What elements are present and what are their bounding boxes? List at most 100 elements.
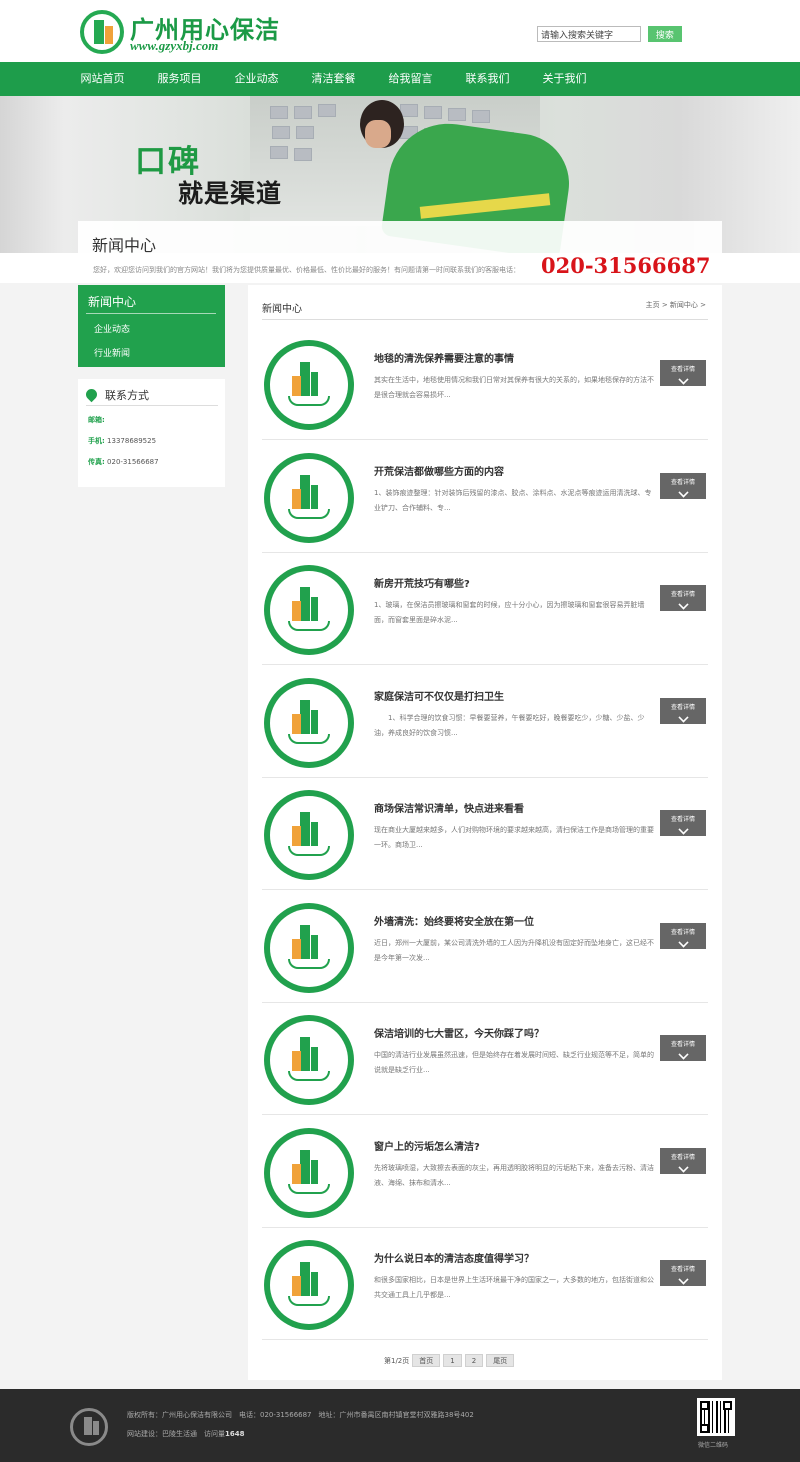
view-details-label: 查看详情 — [670, 928, 695, 936]
welcome-message: 您好，欢迎您访问到我们的官方网站！我们将为您提供质量最优、价格最低、性价比最好的… — [93, 266, 520, 274]
sidebar-nav: 新闻中心 企业动态 行业新闻 — [78, 285, 225, 367]
view-details-label: 查看详情 — [670, 478, 695, 486]
welcome-bar: 您好，欢迎您访问到我们的官方网站！我们将为您提供质量最优、价格最低、性价比最好的… — [0, 253, 800, 283]
news-list-panel: 新闻中心 主页 > 新闻中心 > 地毯的清洗保养需要注意的事情 其实在生活中，地毯… — [248, 285, 722, 1380]
news-thumbnail-logo-icon[interactable] — [264, 1240, 354, 1330]
nav-item-packages[interactable]: 清洁套餐 — [295, 62, 372, 96]
nav-item-home[interactable]: 网站首页 — [64, 62, 141, 96]
news-summary: 1、科学合理的饮食习惯：早餐要营养，午餐要吃好，晚餐要吃少，少糖、少盐、少油，养… — [374, 713, 645, 737]
view-details-label: 查看详情 — [670, 703, 695, 711]
location-pin-icon — [83, 386, 100, 403]
news-title[interactable]: 保洁培训的七大雷区，今天你踩了吗？ — [374, 1025, 544, 1040]
footer-builder: 网站建设：巴陵生活通 访问量 — [127, 1430, 225, 1438]
view-details-button[interactable]: 查看详情 — [660, 1260, 706, 1286]
news-summary: 近日，郑州一大厦前，某公司清洗外墙的工人因为升降机没有固定好而坠地身亡，这已经不… — [374, 938, 654, 962]
contact-box: 联系方式 邮箱: 手机: 13378689525 传真: 020-3156668… — [78, 379, 225, 487]
news-title[interactable]: 新房开荒技巧有哪些? — [374, 575, 470, 590]
mobile-label: 手机: — [88, 437, 105, 445]
news-thumbnail-logo-icon[interactable] — [264, 902, 354, 993]
news-thumbnail-logo-icon[interactable] — [264, 565, 354, 655]
news-title[interactable]: 地毯的清洗保养需要注意的事情 — [374, 350, 514, 365]
site-logo[interactable]: 广州用心保洁 www.gzyxbj.com — [80, 8, 280, 56]
news-summary: 中国的清洁行业发展虽然迅速，但是始终存在着发展时间短、缺乏行业规范等不足，简单的… — [374, 1051, 654, 1074]
news-thumbnail-logo-icon[interactable] — [264, 1015, 354, 1105]
qr-label: 微信二维码 — [698, 1442, 729, 1449]
page-title: 新闻中心 — [92, 236, 157, 253]
news-item: 地毯的清洗保养需要注意的事情其实在生活中，地毯使用情况和我们日常对其保养有很大的… — [262, 328, 708, 440]
contact-email: 邮箱: — [88, 415, 105, 425]
divider — [262, 319, 708, 320]
sidebar: 新闻中心 企业动态 行业新闻 联系方式 邮箱: 手机: 13378689525 … — [78, 285, 225, 487]
chevron-down-icon — [677, 824, 689, 835]
news-title[interactable]: 窗户上的污垢怎么清洁? — [374, 1138, 480, 1153]
view-details-button[interactable]: 查看详情 — [660, 922, 706, 949]
view-details-button[interactable]: 查看详情 — [660, 810, 706, 836]
news-thumbnail-logo-icon[interactable] — [264, 1127, 354, 1218]
divider — [86, 313, 216, 314]
footer-credits: 网站建设：巴陵生活通 访问量1648 — [127, 1429, 244, 1439]
view-details-label: 查看详情 — [670, 1041, 695, 1048]
view-details-button[interactable]: 查看详情 — [660, 360, 706, 386]
breadcrumb[interactable]: 主页 > 新闻中心 > — [646, 300, 706, 310]
chevron-down-icon — [677, 599, 689, 610]
news-thumbnail-logo-icon[interactable] — [264, 340, 354, 430]
news-item: 商场保洁常识清单，快点进来看看 现在商业大厦越来越多，人们对购物环境的要求越来越高… — [262, 778, 708, 890]
chevron-down-icon — [677, 1161, 689, 1173]
page-first-button[interactable]: 首页 — [412, 1354, 441, 1367]
page-2-button[interactable]: 2 — [464, 1354, 484, 1367]
search-button[interactable]: 搜索 — [647, 26, 682, 42]
news-item: 为什么说日本的清洁态度值得学习？ 和很多国家相比，日本是世界上生活环境最干净的国家… — [262, 1228, 708, 1340]
hotline-phone: 020-31566687 — [541, 253, 711, 278]
news-summary: 1、装饰痕迹整理：针对装饰后残留的漆点、胶点、涂料点、水泥点等痕迹运用清洗球、专… — [374, 488, 652, 512]
news-item: 外墙清洗：始终要将安全放在第一位近日，郑州一大厦前，某公司清洗外墙的工人因为升降… — [262, 891, 708, 1003]
news-title[interactable]: 开荒保洁都做哪些方面的内容 — [374, 463, 504, 478]
news-summary: 先将玻璃喷湿，大致擦去表面的灰尘，再用透明胶将明显的污垢粘下来，准备去污粉、清洁… — [374, 1163, 654, 1187]
search-box: 搜索 — [537, 26, 682, 42]
news-thumbnail-logo-icon[interactable] — [264, 790, 354, 880]
nav-item-services[interactable]: 服务项目 — [141, 62, 218, 96]
nav-item-company-news[interactable]: 企业动态 — [218, 62, 295, 96]
news-title[interactable]: 为什么说日本的清洁态度值得学习？ — [374, 1250, 534, 1265]
nav-item-contact[interactable]: 联系我们 — [449, 62, 526, 96]
news-item: 窗户上的污垢怎么清洁? 先将玻璃喷湿，大致擦去表面的灰尘，再用透明胶将明显的污垢粘… — [262, 1116, 708, 1228]
nav-item-message[interactable]: 给我留言 — [372, 62, 449, 96]
chevron-down-icon — [677, 374, 689, 385]
banner: 口碑 就是渠道 新闻中心 — [0, 96, 800, 253]
page-info: 第1/2页 — [384, 1356, 410, 1365]
contact-mobile: 手机: 13378689525 — [88, 436, 156, 446]
view-details-button[interactable]: 查看详情 — [660, 1147, 706, 1174]
news-title[interactable]: 家庭保洁可不仅仅是打扫卫生 — [374, 688, 504, 703]
view-details-button[interactable]: 查看详情 — [660, 1035, 706, 1061]
main-nav: 网站首页 服务项目 企业动态 清洁套餐 给我留言 联系我们 关于我们 — [0, 62, 800, 96]
pagination: 第1/2页 首页 1 2 尾页 — [384, 1354, 515, 1367]
page-last-button[interactable]: 尾页 — [486, 1354, 515, 1367]
news-thumbnail-logo-icon[interactable] — [264, 452, 354, 543]
nav-item-about[interactable]: 关于我们 — [526, 62, 603, 96]
view-details-button[interactable]: 查看详情 — [660, 472, 706, 499]
view-details-label: 查看详情 — [670, 816, 695, 823]
footer-logo-icon — [70, 1408, 108, 1446]
news-item: 家庭保洁可不仅仅是打扫卫生 1、科学合理的饮食习惯：早餐要营养，午餐要吃好，晚餐… — [262, 666, 708, 778]
search-input[interactable] — [537, 26, 641, 42]
logo-icon — [80, 10, 124, 54]
logo-url: www.gzyxbj.com — [130, 38, 219, 53]
news-summary: 其实在生活中，地毯使用情况和我们日常对其保养有很大的关系的，如果地毯保存的方法不… — [374, 376, 654, 399]
view-details-label: 查看详情 — [670, 1266, 695, 1273]
news-summary: 和很多国家相比，日本是世界上生活环境最干净的国家之一，大多数的地方，包括街道和公… — [374, 1276, 654, 1299]
chevron-down-icon — [677, 486, 689, 498]
news-thumbnail-logo-icon[interactable] — [264, 677, 354, 768]
news-title[interactable]: 外墙清洗：始终要将安全放在第一位 — [374, 913, 534, 928]
footer-copyright: 版权所有：广州用心保洁有限公司 电话：020-31566687 地址：广州市番禺… — [127, 1411, 474, 1419]
news-item: 新房开荒技巧有哪些? 1、玻璃，在保洁员擦玻璃和窗套的时候，应十分小心，因为擦玻璃… — [262, 553, 708, 665]
news-title[interactable]: 商场保洁常识清单，快点进来看看 — [374, 800, 524, 815]
news-summary: 1、玻璃，在保洁员擦玻璃和窗套的时候，应十分小心，因为擦玻璃和窗套很容易弄脏墙面… — [374, 601, 645, 624]
view-details-button[interactable]: 查看详情 — [660, 585, 706, 611]
sidebar-title: 新闻中心 — [88, 295, 137, 309]
view-details-button[interactable]: 查看详情 — [660, 697, 706, 724]
site-footer: 版权所有：广州用心保洁有限公司 电话：020-31566687 地址：广州市番禺… — [0, 1389, 800, 1462]
news-item: 开荒保洁都做哪些方面的内容 1、装饰痕迹整理：针对装饰后残留的漆点、胶点、涂料点、… — [262, 441, 708, 553]
sidebar-item-company-news[interactable]: 企业动态 — [94, 322, 130, 335]
page-1-button[interactable]: 1 — [443, 1354, 462, 1367]
news-item: 保洁培训的七大雷区，今天你踩了吗？ 中国的清洁行业发展虽然迅速，但是始终存在着发展… — [262, 1003, 708, 1115]
sidebar-item-industry-news[interactable]: 行业新闻 — [94, 346, 130, 359]
